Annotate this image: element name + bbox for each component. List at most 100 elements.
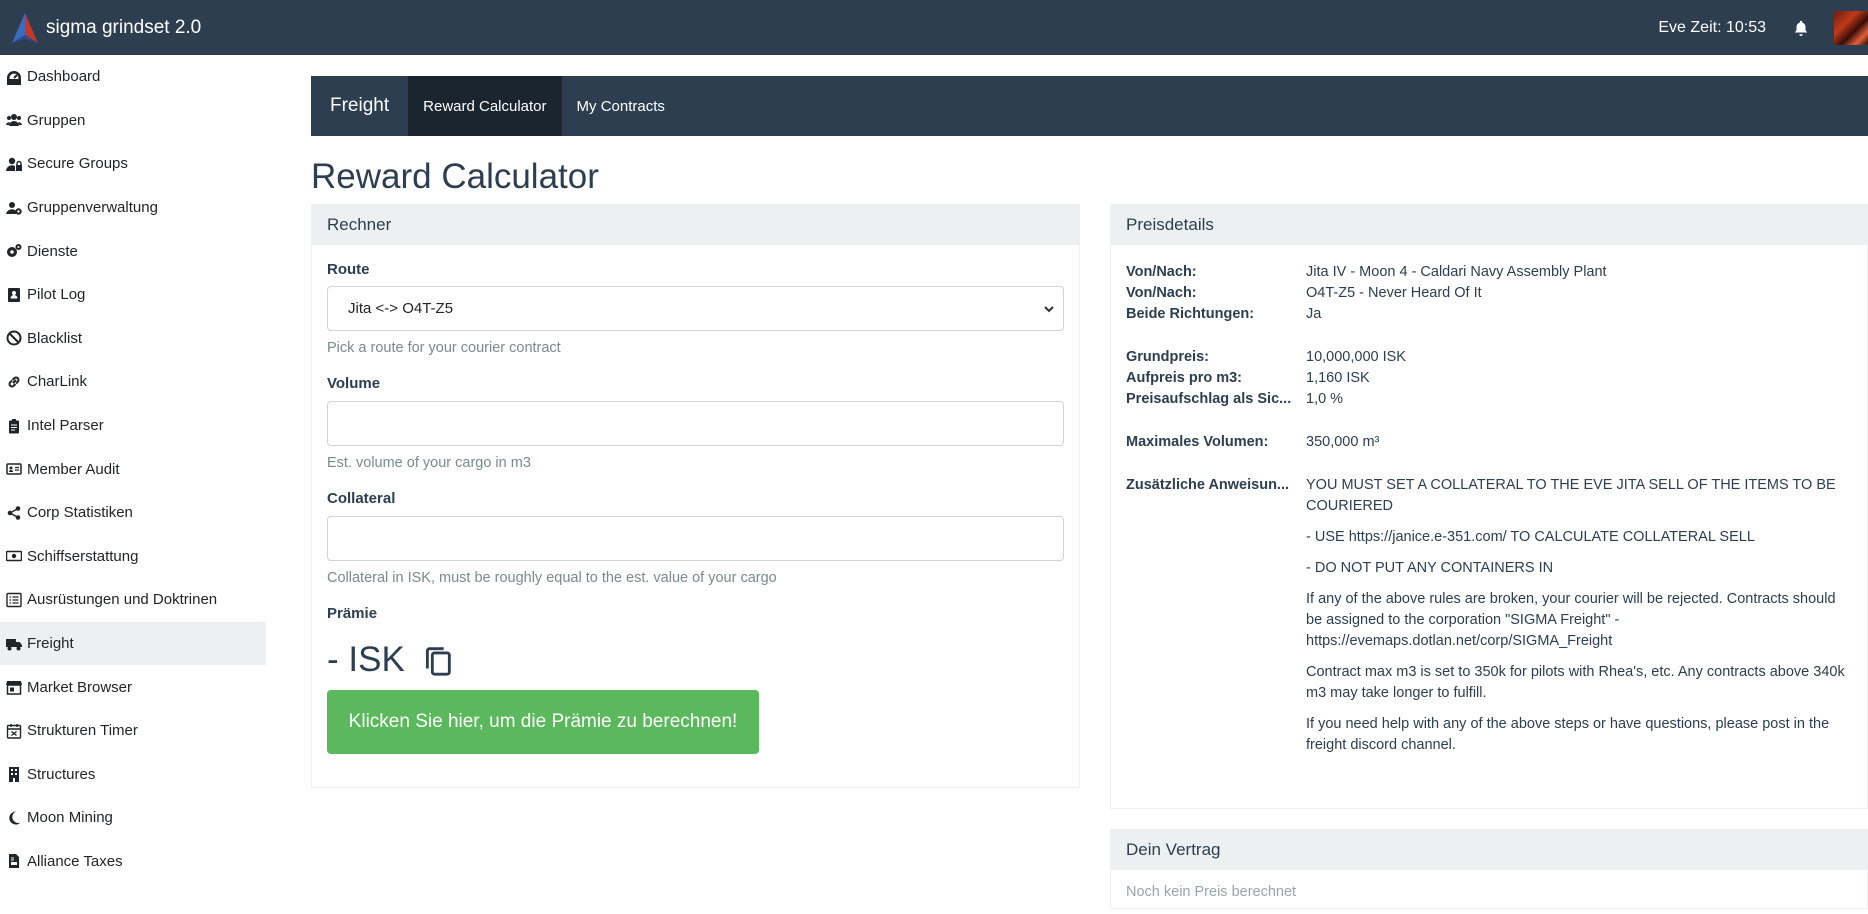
- file-invoice-icon: [6, 853, 22, 869]
- sidebar-item-intel-parser[interactable]: Intel Parser: [0, 404, 266, 448]
- id-card-icon: [6, 461, 22, 477]
- details-row: Preisaufschlag als Sic... 1,0 %: [1126, 389, 1852, 410]
- sidebar-item-label: Dienste: [27, 242, 78, 260]
- sidebar-item-gruppenverwaltung[interactable]: Gruppenverwaltung: [0, 186, 266, 230]
- sidebar-item-label: Intel Parser: [27, 417, 104, 435]
- details-group-volume: Maximales Volumen: 350,000 m³: [1126, 432, 1852, 453]
- sidebar-item-label: Secure Groups: [27, 155, 128, 173]
- eve-time: Eve Zeit: 10:53: [1658, 18, 1766, 36]
- sidebar-item-ausrüstungen-und-doktrinen[interactable]: Ausrüstungen und Doktrinen: [0, 578, 266, 622]
- sidebar-item-alliance-taxes[interactable]: Alliance Taxes: [0, 840, 266, 884]
- volume-input[interactable]: [327, 401, 1064, 446]
- route-select[interactable]: Jita <-> O4T-Z5: [327, 286, 1064, 331]
- sidebar-item-freight[interactable]: Freight: [0, 621, 266, 666]
- sidebar-item-label: Blacklist: [27, 329, 83, 347]
- sidebar-item-label: Moon Mining: [27, 809, 113, 827]
- list-icon: [6, 592, 22, 608]
- contract-header: Dein Vertrag: [1111, 830, 1867, 870]
- price-details-card: Preisdetails Von/Nach: Jita IV - Moon 4 -…: [1110, 204, 1868, 809]
- calendar-icon: [6, 723, 22, 739]
- store-icon: [6, 679, 22, 695]
- route-help: Pick a route for your courier contract: [327, 340, 561, 356]
- sidebar-item-label: Dashboard: [27, 68, 101, 86]
- page-title: Reward Calculator: [311, 157, 599, 196]
- details-value: Ja: [1306, 306, 1322, 322]
- sidebar-item-label: Ausrüstungen und Doktrinen: [27, 591, 218, 609]
- calculate-reward-button[interactable]: Klicken Sie hier, um die Prämie zu berec…: [327, 690, 759, 754]
- route-select-value: Jita <-> O4T-Z5: [348, 300, 454, 317]
- logo-icon: [12, 12, 38, 43]
- details-value: Jita IV - Moon 4 - Caldari Navy Assembly…: [1306, 264, 1607, 280]
- instruction-paragraph: If you need help with any of the above s…: [1306, 716, 1830, 753]
- sidebar-item-market-browser[interactable]: Market Browser: [0, 665, 266, 709]
- details-row: Grundpreis: 10,000,000 ISK: [1126, 347, 1852, 368]
- instruction-paragraph: If any of the above rules are broken, yo…: [1306, 591, 1836, 649]
- sidebar-item-label: Structures: [27, 765, 96, 783]
- sidebar-item-label: Gruppenverwaltung: [27, 199, 158, 217]
- app-title: sigma grindset 2.0: [46, 16, 202, 38]
- instructions-label: Zusätzliche Anweisun...: [1126, 477, 1290, 493]
- tab-my-contracts[interactable]: My Contracts: [562, 76, 680, 136]
- sidebar-item-label: Corp Statistiken: [27, 504, 133, 522]
- sidebar-item-corp-statistiken[interactable]: Corp Statistiken: [0, 491, 266, 535]
- details-value: O4T-Z5 - Never Heard Of It: [1306, 285, 1482, 301]
- sidebar-item-charlink[interactable]: CharLink: [0, 360, 266, 404]
- sidebar-item-label: Gruppen: [27, 111, 86, 129]
- main-content: Freight Reward Calculator My Contracts R…: [311, 76, 1868, 909]
- sidebar-item-structures[interactable]: Structures: [0, 753, 266, 797]
- details-value: 350,000 m³: [1306, 434, 1380, 450]
- bell-icon[interactable]: [1792, 19, 1810, 37]
- sidebar-item-dienste[interactable]: Dienste: [0, 229, 266, 273]
- details-key: Grundpreis:: [1126, 349, 1209, 365]
- sidebar-item-secure-groups[interactable]: Secure Groups: [0, 142, 266, 186]
- instruction-paragraph: - USE https://janice.e-351.com/ TO CALCU…: [1306, 529, 1755, 545]
- sidebar-item-label: Market Browser: [27, 678, 133, 696]
- tab-reward-calculator[interactable]: Reward Calculator: [408, 76, 562, 136]
- sidebar-item-label: Freight: [27, 635, 74, 653]
- cogs-icon: [6, 243, 22, 259]
- details-key: Maximales Volumen:: [1126, 434, 1269, 450]
- brand[interactable]: sigma grindset 2.0: [10, 11, 201, 45]
- sidebar-item-strukturen-timer[interactable]: Strukturen Timer: [0, 709, 266, 753]
- sidebar-item-label: Pilot Log: [27, 286, 86, 304]
- route-label: Route: [327, 261, 370, 278]
- user-lock-icon: [6, 156, 22, 172]
- reward-value: - ISK: [327, 640, 405, 679]
- sidebar: Dashboard Gruppen Secure Groups Gruppenverw…: [0, 55, 266, 906]
- collateral-help: Collateral in ISK, must be roughly equal…: [327, 570, 777, 586]
- sidebar-item-label: Alliance Taxes: [27, 852, 123, 870]
- details-key: Von/Nach:: [1126, 285, 1197, 301]
- clipboard-icon: [6, 418, 22, 434]
- building-icon: [6, 766, 22, 783]
- sidebar-item-moon-mining[interactable]: Moon Mining: [0, 796, 266, 840]
- avatar[interactable]: [1834, 10, 1868, 45]
- freight-subnav: Freight Reward Calculator My Contracts: [311, 76, 1868, 136]
- users-cog-icon: [6, 200, 22, 216]
- details-value: 1,0 %: [1306, 391, 1344, 407]
- collateral-input[interactable]: [327, 516, 1064, 561]
- sidebar-item-label: Strukturen Timer: [27, 722, 138, 740]
- sidebar-item-dashboard[interactable]: Dashboard: [0, 55, 266, 99]
- volume-label: Volume: [327, 375, 381, 392]
- address-book-icon: [6, 287, 22, 303]
- details-key: Von/Nach:: [1126, 264, 1197, 280]
- details-row: Maximales Volumen: 350,000 m³: [1126, 432, 1852, 453]
- sidebar-item-pilot-log[interactable]: Pilot Log: [0, 273, 266, 317]
- sidebar-item-label: Schiffserstattung: [27, 547, 139, 565]
- copy-icon[interactable]: [421, 643, 455, 677]
- subnav-brand[interactable]: Freight: [311, 76, 408, 136]
- details-value: 1,160 ISK: [1306, 370, 1370, 386]
- details-row: Beide Richtungen: Ja: [1126, 304, 1852, 325]
- price-details-header: Preisdetails: [1111, 205, 1867, 245]
- details-group-route: Von/Nach: Jita IV - Moon 4 - Caldari Navy…: [1126, 262, 1852, 325]
- details-value: 10,000,000 ISK: [1306, 349, 1406, 365]
- sidebar-item-member-audit[interactable]: Member Audit: [0, 447, 266, 491]
- instruction-paragraph: Contract max m3 is set to 350k for pilot…: [1306, 664, 1845, 701]
- sidebar-item-gruppen[interactable]: Gruppen: [0, 99, 266, 143]
- share-icon: [6, 505, 22, 521]
- sidebar-item-blacklist[interactable]: Blacklist: [0, 317, 266, 361]
- link-icon: [6, 374, 22, 390]
- sidebar-item-label: Member Audit: [27, 460, 120, 478]
- sidebar-item-schiffserstattung[interactable]: Schiffserstattung: [0, 535, 266, 579]
- calculator-card: Rechner Route Jita <-> O4T-Z5 Pick a rou…: [311, 204, 1080, 788]
